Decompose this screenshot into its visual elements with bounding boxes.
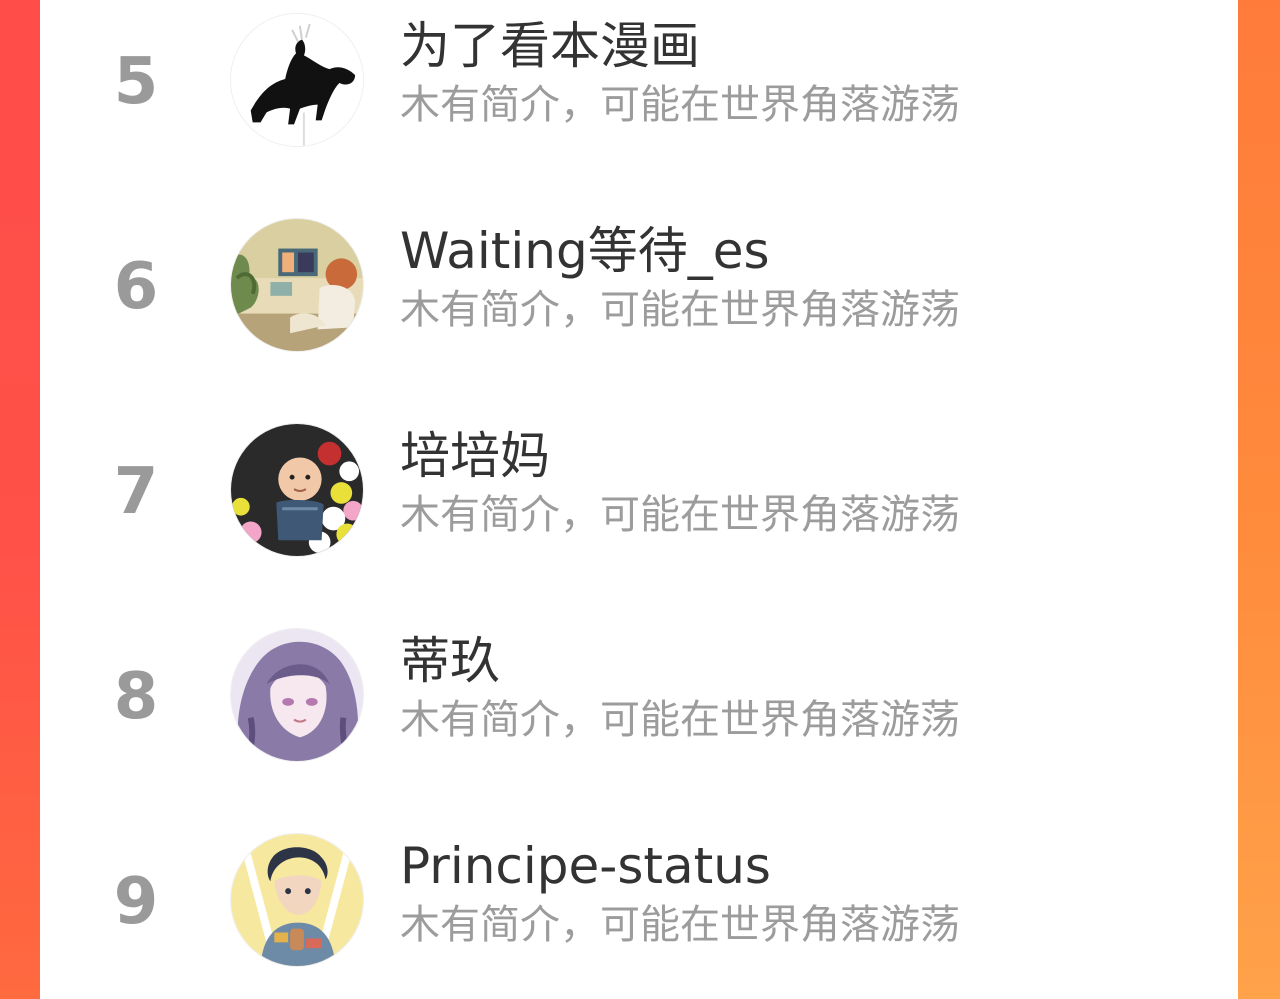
anime-girl-icon <box>231 629 363 761</box>
black-cat-icon <box>231 14 363 146</box>
rank-number: 9 <box>113 865 159 939</box>
list-item[interactable]: 7 培培妈 木有简介，可能在世界角落游荡 <box>40 410 1238 570</box>
user-avatar[interactable] <box>230 833 364 967</box>
ranking-list-panel[interactable]: 5 为了看本漫画 木有简介，可能在世界角落游荡 6 Waiting等待_es 木… <box>40 0 1238 999</box>
user-bio: 木有简介，可能在世界角落游荡 <box>400 82 960 128</box>
user-name[interactable]: 蒂玖 <box>400 633 500 689</box>
user-avatar[interactable] <box>230 628 364 762</box>
background-gradient-right <box>1238 0 1280 999</box>
list-item[interactable]: 8 蒂玖 木有简介，可能在世界角落游荡 <box>40 615 1238 775</box>
rank-number: 8 <box>113 660 159 734</box>
user-bio: 木有简介，可能在世界角落游荡 <box>400 697 960 743</box>
user-avatar[interactable] <box>230 423 364 557</box>
user-name[interactable]: 为了看本漫画 <box>400 18 700 74</box>
rank-number: 5 <box>113 45 159 119</box>
list-item[interactable]: 9 Principe-status 木有简介，可能在世界角落游荡 <box>40 820 1238 980</box>
room-girl-icon <box>231 219 363 351</box>
baby-ball-pit-icon <box>231 424 363 556</box>
list-item[interactable]: 6 Waiting等待_es 木有简介，可能在世界角落游荡 <box>40 205 1238 365</box>
user-name[interactable]: Waiting等待_es <box>400 223 770 279</box>
anime-boy-icon <box>231 834 363 966</box>
user-bio: 木有简介，可能在世界角落游荡 <box>400 287 960 333</box>
user-avatar[interactable] <box>230 13 364 147</box>
background-gradient-left <box>0 0 40 999</box>
user-bio: 木有简介，可能在世界角落游荡 <box>400 902 960 948</box>
user-avatar[interactable] <box>230 218 364 352</box>
list-item[interactable]: 5 为了看本漫画 木有简介，可能在世界角落游荡 <box>40 0 1238 160</box>
user-bio: 木有简介，可能在世界角落游荡 <box>400 492 960 538</box>
user-name[interactable]: 培培妈 <box>400 428 550 484</box>
rank-number: 7 <box>113 455 159 529</box>
rank-number: 6 <box>113 250 159 324</box>
user-name[interactable]: Principe-status <box>400 838 771 894</box>
